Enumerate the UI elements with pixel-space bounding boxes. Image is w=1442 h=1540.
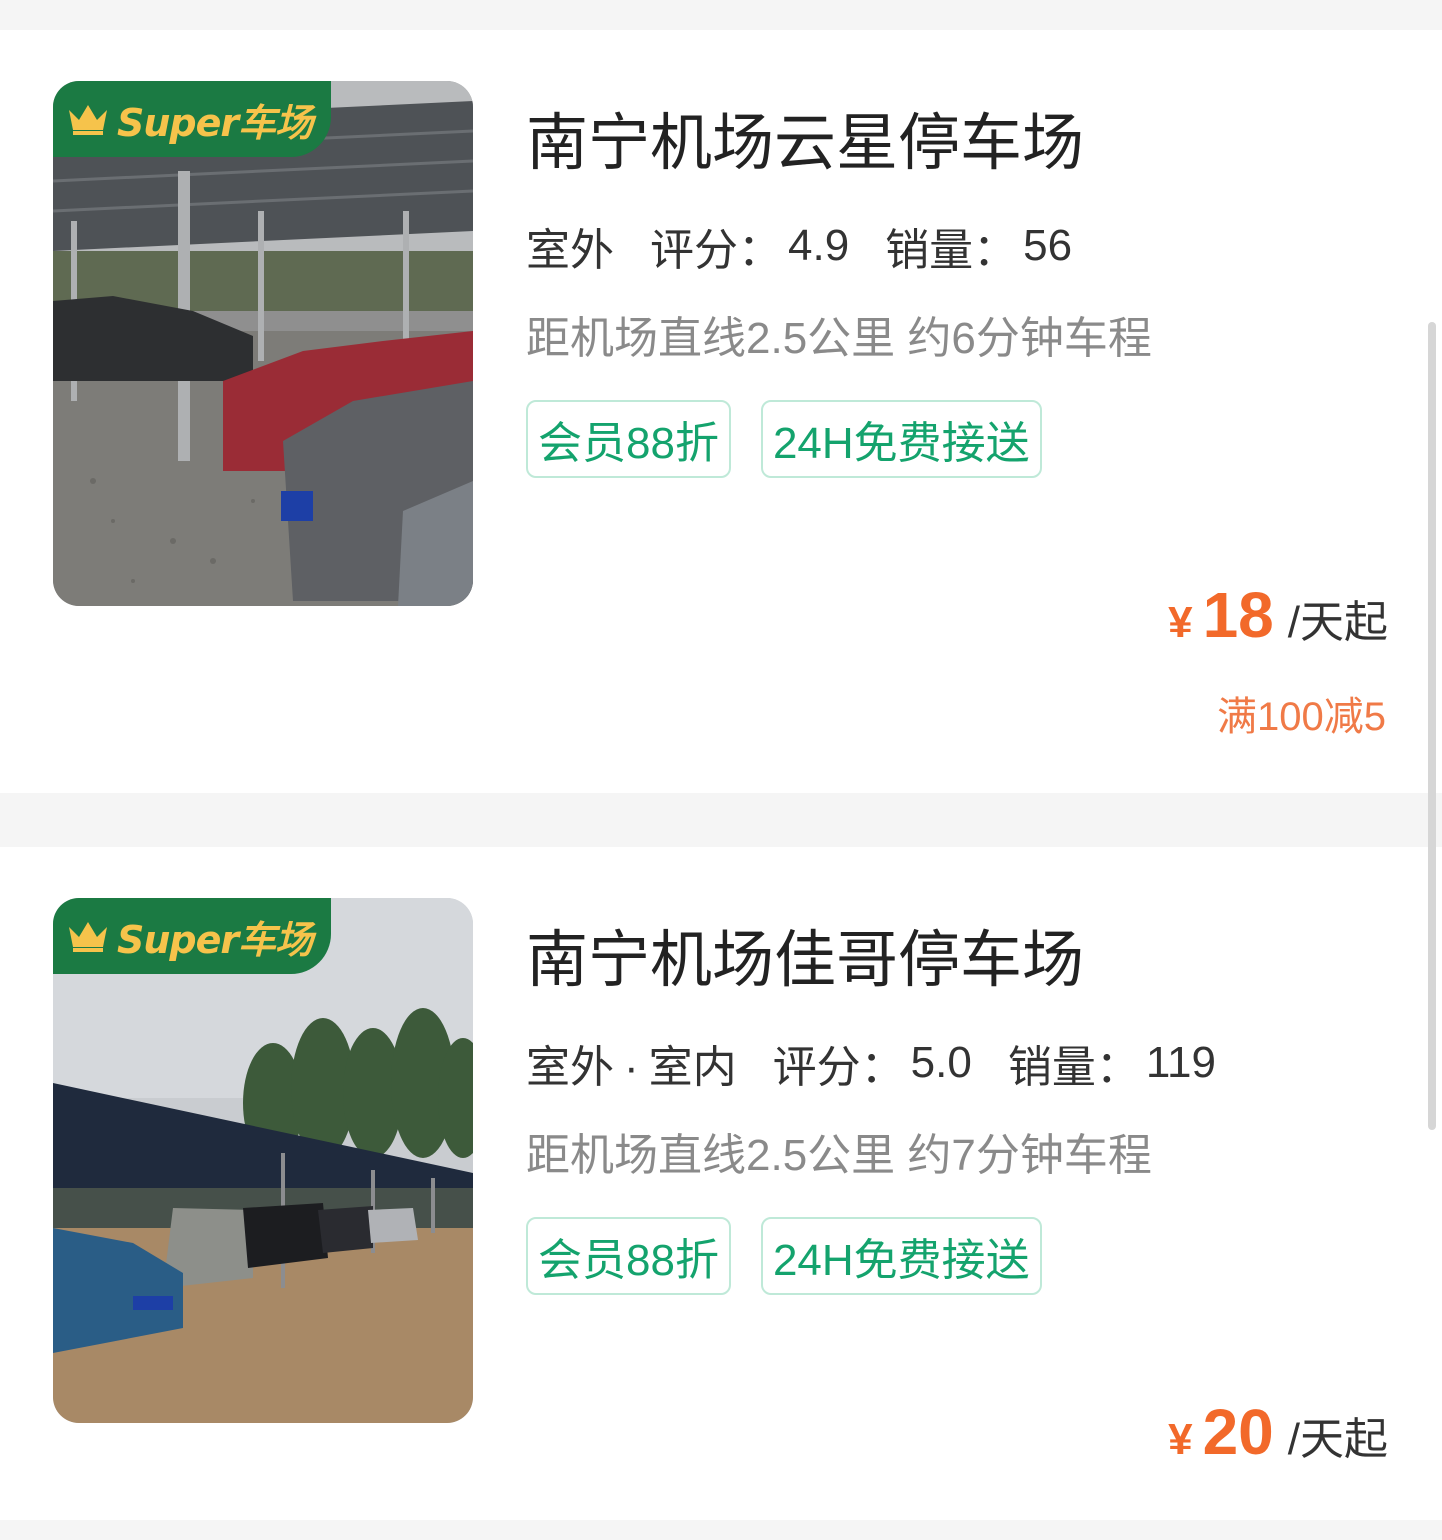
environment-separator: · xyxy=(624,1043,639,1092)
free-shuttle-tag: 24H免费接送 xyxy=(760,400,1042,478)
benefit-tags: 会员88折 24H免费接送 xyxy=(526,400,1042,478)
parking-name: 南宁机场佳哥停车场 xyxy=(526,926,1085,995)
rating-label: 评分： xyxy=(650,226,782,275)
price-unit: /天起 xyxy=(1287,598,1388,647)
badge-label: Super车场 xyxy=(117,100,313,145)
environment-indoor: 室内 xyxy=(648,1043,737,1092)
price: ¥ 18 /天起 xyxy=(1168,578,1388,652)
listing-meta: 室外 · 室内 评分： 5.0 销量： 119 xyxy=(524,1031,1252,1101)
parking-listing-card[interactable]: Super车场 南宁机场佳哥停车场 室外 · 室内 评分： 5.0 销量： 119 … xyxy=(0,847,1442,1520)
environment-type: 室外 xyxy=(524,214,616,284)
parking-listing-card[interactable]: Super车场 南宁机场云星停车场 室外 评分： 4.9 销量： 56 距机场直… xyxy=(0,30,1442,793)
badge-label: Super车场 xyxy=(117,917,313,962)
rating-value: 4.9 xyxy=(788,221,850,270)
price-value: 20 xyxy=(1202,1396,1274,1468)
promotion-text: 满100减5 xyxy=(1217,695,1386,739)
super-parking-badge: Super车场 xyxy=(53,81,331,157)
rating-value: 5.0 xyxy=(910,1038,972,1087)
crown-icon xyxy=(69,105,107,135)
member-discount-tag: 会员88折 xyxy=(526,1217,731,1295)
sales-label: 销量： xyxy=(885,226,1018,275)
crown-icon xyxy=(69,922,107,952)
super-parking-badge: Super车场 xyxy=(53,898,331,974)
sales-label: 销量： xyxy=(1007,1043,1140,1092)
sales-value: 56 xyxy=(1023,221,1073,270)
environment-type: 室外 · 室内 xyxy=(524,1031,739,1101)
distance-text: 距机场直线2.5公里 约7分钟车程 xyxy=(526,1131,1152,1180)
parking-lot-photo[interactable]: Super车场 xyxy=(53,81,473,606)
currency-symbol: ¥ xyxy=(1168,598,1193,647)
sales-value: 119 xyxy=(1145,1038,1216,1087)
free-shuttle-tag: 24H免费接送 xyxy=(760,1217,1042,1295)
scrollbar[interactable] xyxy=(1428,322,1436,1130)
price-value: 18 xyxy=(1202,579,1274,651)
parking-lot-photo-image xyxy=(53,898,473,1423)
parking-lot-photo[interactable]: Super车场 xyxy=(53,898,473,1423)
parking-name: 南宁机场云星停车场 xyxy=(526,109,1085,178)
distance-text: 距机场直线2.5公里 约6分钟车程 xyxy=(526,314,1152,363)
environment-outdoor: 室外 xyxy=(526,1043,614,1092)
rating-label: 评分： xyxy=(772,1043,905,1092)
environment-outdoor: 室外 xyxy=(526,226,614,275)
currency-symbol: ¥ xyxy=(1168,1415,1193,1464)
member-discount-tag: 会员88折 xyxy=(526,400,731,478)
listing-meta: 室外 评分： 4.9 销量： 56 xyxy=(524,214,1108,284)
price: ¥ 20 /天起 xyxy=(1168,1395,1388,1469)
benefit-tags: 会员88折 24H免费接送 xyxy=(526,1217,1042,1295)
price-unit: /天起 xyxy=(1287,1415,1388,1464)
parking-lot-photo-image xyxy=(53,81,473,606)
